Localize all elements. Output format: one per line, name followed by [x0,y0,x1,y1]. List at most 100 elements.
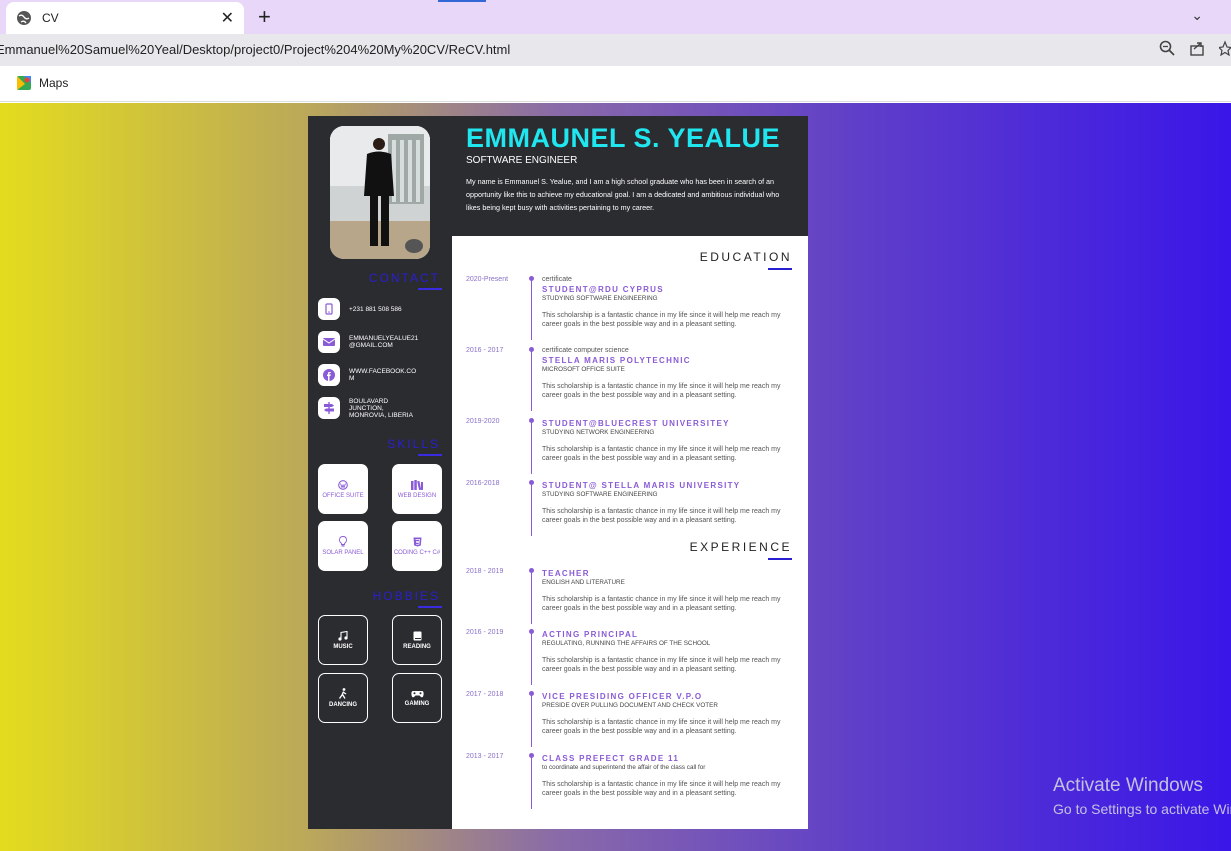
tab-cv[interactable]: CV ✕ [6,2,244,34]
timeline-line [531,278,532,340]
watermark-line2: Go to Settings to activate Windows. [1053,801,1231,817]
entry-org: STUDENT@RDU CYPRUS [542,285,664,294]
entry-desc: This scholarship is a fantastic chance i… [542,446,781,462]
contact-facebook[interactable]: WWW.FACEBOOK.CO M [318,364,419,386]
education-title: EDUCATION [699,250,792,264]
hobby-dancing[interactable]: DANCING [318,673,368,723]
timeline-dot [529,480,534,485]
hobby-music[interactable]: MUSIC [318,615,368,665]
experience-entry: 2013 - 2017 CLASS PREFECT GRADE 11 to co… [466,753,796,813]
experience-title: EXPERIENCE [689,540,792,554]
skill-label: OFFICE SUITE [322,492,364,499]
hobby-label: DANCING [329,702,357,708]
contact-phone[interactable]: +231 881 508 586 [318,298,419,320]
skill-coding[interactable]: CODING C++ C# [392,521,442,571]
windows-activation-watermark: Activate Windows Go to Settings to activ… [1053,775,1231,817]
bookmarks-bar: Maps [0,66,1231,102]
facebook-icon [318,364,340,386]
entry-date: 2020-Present [466,276,509,283]
entry-org: CLASS PREFECT GRADE 11 [542,754,680,763]
contact-text: WWW.FACEBOOK.CO M [349,368,417,382]
entry-desc: This scholarship is a fantastic chance i… [542,596,781,612]
share-icon[interactable] [1189,40,1205,56]
entry-date: 2017 - 2018 [466,691,504,698]
timeline-dot [529,753,534,758]
hobby-gaming[interactable]: GAMING [392,673,442,723]
experience-entry: 2016 - 2019 ACTING PRINCIPAL REGULATING,… [466,629,796,689]
tab-title: CV [42,11,59,25]
skill-label: SOLAR PANEL [322,550,364,556]
skill-web-design[interactable]: WEB DESIGN [392,464,442,514]
skill-office-suite[interactable]: OFFICE SUITE [318,464,368,514]
cv-card: CONTACT +231 881 508 586 EMMANUELYEALUE2… [308,116,808,829]
education-underline [768,268,792,270]
close-tab-icon[interactable]: ✕ [221,8,234,28]
entry-sub: STUDYING NETWORK ENGINEERING [542,429,655,436]
skills-underline [418,454,442,456]
skill-label: WEB DESIGN [397,492,437,499]
education-entry: 2019-2020 STUDENT@BLUECREST UNIVERSITEY … [466,418,796,478]
contact-underline [418,288,442,290]
entry-date: 2016 - 2019 [466,629,504,636]
timeline-line [531,420,532,474]
entry-sub: MICROSOFT OFFICE SUITE [542,366,625,373]
experience-entry: 2017 - 2018 VICE PRESIDING OFFICER V.P.O… [466,691,796,751]
entry-sub: PRESIDE OVER PULLING DOCUMENT AND CHECK … [542,702,718,709]
skills-title: SKILLS [387,437,440,451]
cv-header: EMMAUNEL S. YEALUE SOFTWARE ENGINEER My … [452,116,808,236]
skill-solar-panel[interactable]: SOLAR PANEL [318,521,368,571]
entry-desc: This scholarship is a fantastic chance i… [542,508,781,524]
timeline-dot [529,418,534,423]
phone-icon [318,298,340,320]
sidebar: CONTACT +231 881 508 586 EMMANUELYEALUE2… [308,116,452,829]
profile-photo [330,126,430,259]
book-icon [413,631,421,640]
entry-date: 2019-2020 [466,418,500,425]
gamepad-icon [410,690,424,697]
contact-text: BOULAVARD JUNCTION, MONROVIA, LIBERIA [349,397,413,419]
hobby-label: READING [403,643,431,650]
timeline-dot [529,347,534,352]
education-entry: 2016 - 2017 certificate computer science… [466,347,796,415]
entry-sub: STUDYING SOFTWARE ENGINEERING [542,491,658,498]
css3-icon [413,537,421,546]
entry-date: 2016-2018 [466,480,500,487]
watermark-line1: Activate Windows [1053,775,1203,796]
entry-date: 2018 - 2019 [466,568,504,575]
contact-text: +231 881 508 586 [349,305,402,313]
education-entry: 2016-2018 STUDENT@ STELLA MARIS UNIVERSI… [466,480,796,540]
timeline-dot [529,691,534,696]
lightbulb-icon [339,536,347,547]
hobbies-title: HOBBIES [372,589,440,603]
entry-sub: STUDYING SOFTWARE ENGINEERING [542,295,658,302]
cv-role: SOFTWARE ENGINEER [466,155,578,166]
bookmark-maps[interactable]: Maps [16,75,68,91]
contact-address[interactable]: BOULAVARD JUNCTION, MONROVIA, LIBERIA [318,397,419,419]
timeline-line [531,755,532,809]
entry-sub: ENGLISH AND LITERATURE [542,579,625,586]
entry-org: ACTING PRINCIPAL [542,630,639,639]
contact-email[interactable]: EMMANUELYEALUE21 @GMAIL.COM [318,331,419,353]
timeline-line [531,693,532,747]
entry-desc: This scholarship is a fantastic chance i… [542,312,781,328]
entry-org: STUDENT@BLUECREST UNIVERSITEY [542,419,730,428]
entry-org: STUDENT@ STELLA MARIS UNIVERSITY [542,481,741,490]
entry-org: STELLA MARIS POLYTECHNIC [542,356,691,365]
entry-desc: This scholarship is a fantastic chance i… [542,719,781,735]
url-field[interactable]: Emmanuel%20Samuel%20Yeal/Desktop/project… [0,42,510,57]
timeline-line [531,482,532,536]
hobby-label: GAMING [404,700,430,707]
chevron-down-icon[interactable]: ⌄ [1191,7,1203,24]
hobby-reading[interactable]: READING [392,615,442,665]
star-icon[interactable] [1219,40,1231,56]
email-icon [318,331,340,353]
new-tab-icon[interactable]: + [258,4,271,30]
page-background: Activate Windows Go to Settings to activ… [0,103,1231,851]
hobby-label: MUSIC [333,643,353,650]
timeline-dot [529,568,534,573]
entry-desc: This scholarship is a fantastic chance i… [542,781,781,797]
contact-text: EMMANUELYEALUE21 @GMAIL.COM [349,335,419,349]
entry-org: TEACHER [542,569,590,578]
timeline-line [531,349,532,411]
zoom-icon[interactable] [1159,40,1175,56]
